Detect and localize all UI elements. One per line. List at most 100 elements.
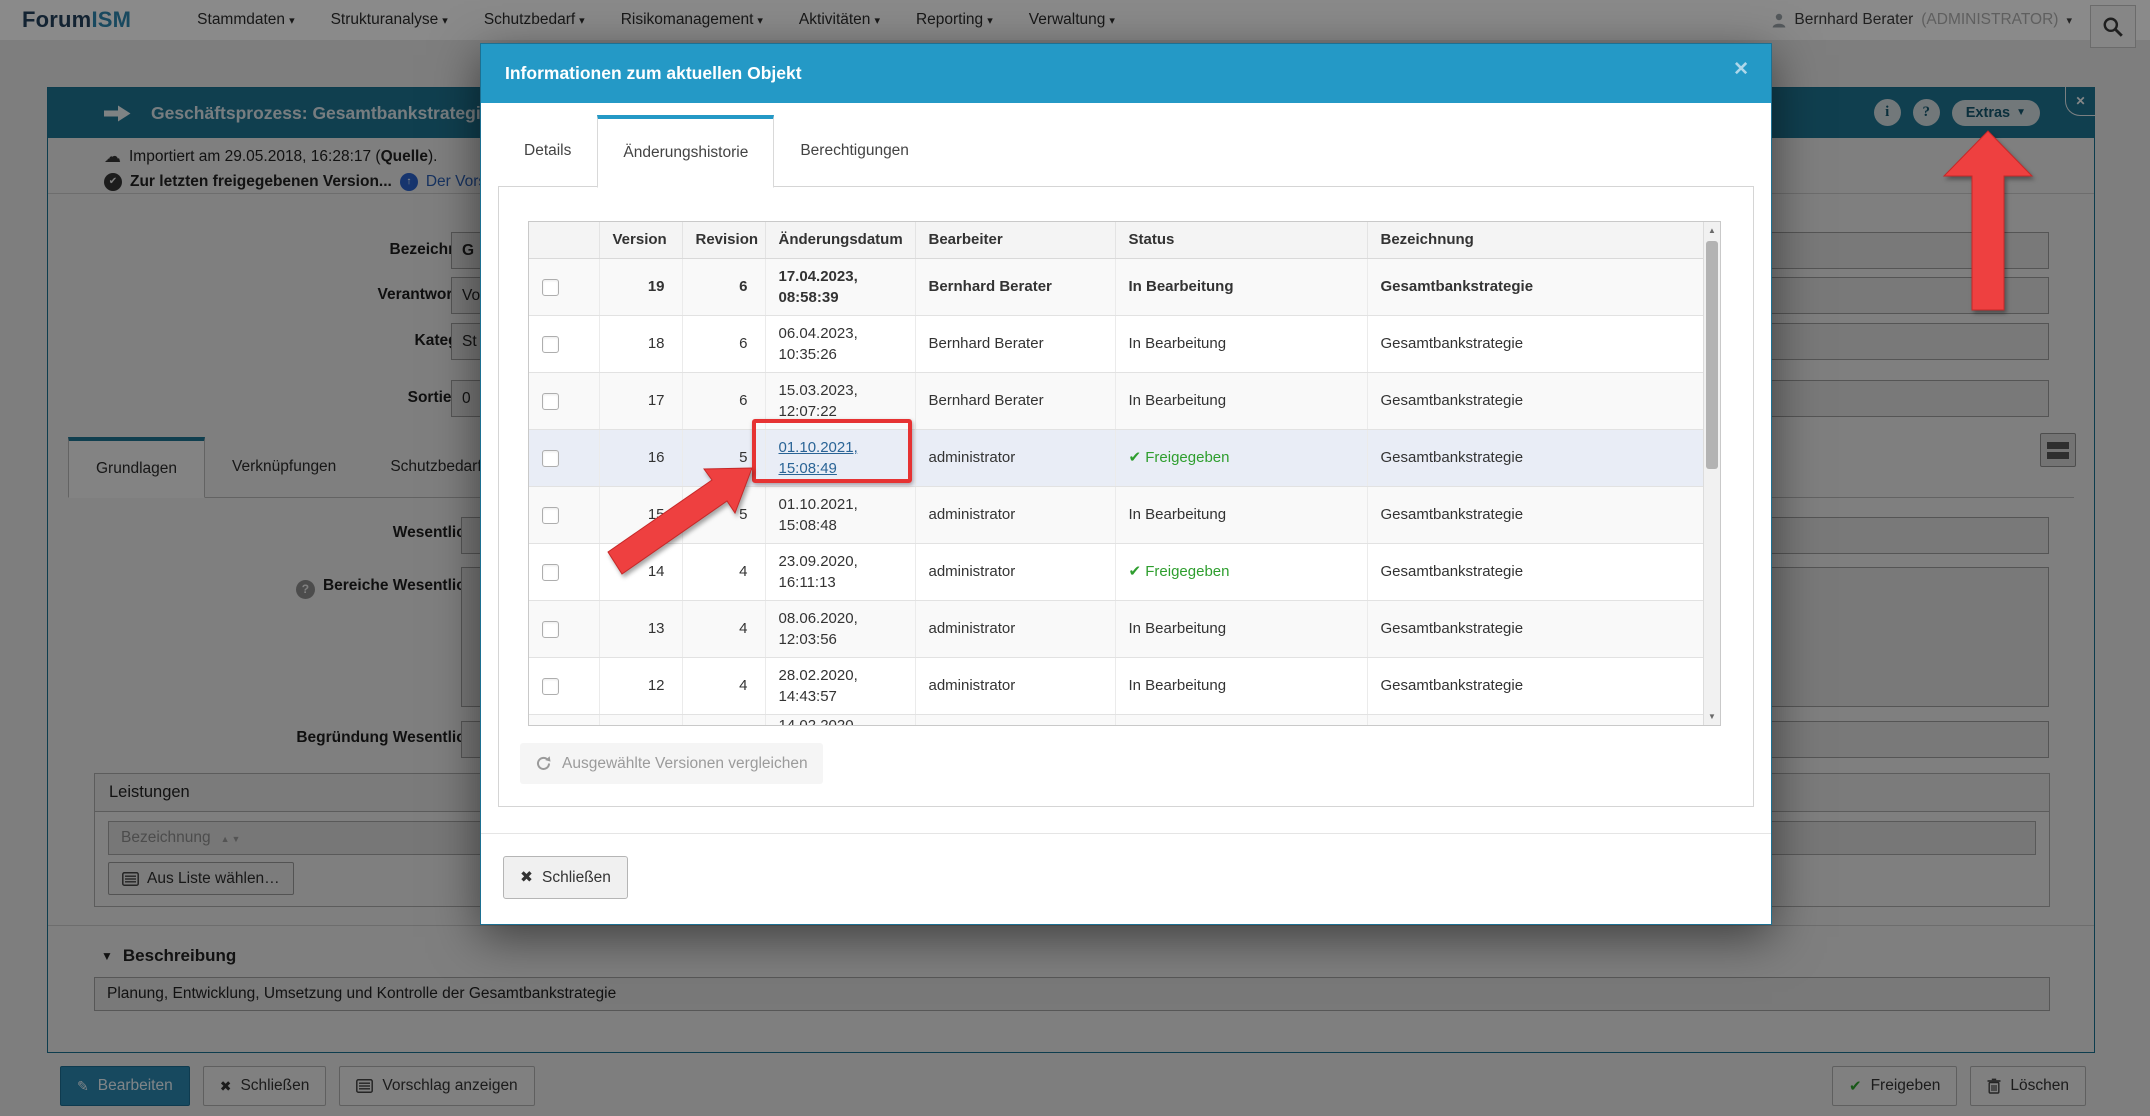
row-checkbox[interactable]: [542, 335, 559, 353]
table-scrollbar[interactable]: ▲ ▼: [1703, 222, 1720, 725]
date-text: 15.03.2023, 12:07:22: [778, 381, 858, 420]
date-text: 01.10.2021, 15:08:48: [778, 495, 858, 534]
cell-version: 19: [599, 258, 683, 316]
refresh-icon: [536, 756, 551, 770]
date-text: 23.09.2020, 16:11:13: [778, 552, 858, 591]
cell-bearbeiter: administrator: [915, 543, 1116, 601]
history-row-12: 12 4 28.02.2020, 14:43:57 administrator In Be…: [529, 657, 1705, 715]
modal-header: Informationen zum aktuellen Objekt ✕: [481, 44, 1771, 103]
row-checkbox[interactable]: [542, 563, 559, 581]
row-checkbox[interactable]: [542, 677, 559, 695]
cell-checkbox: [529, 600, 600, 658]
cell-status: [1115, 714, 1368, 725]
date-text: 17.04.2023, 08:58:39: [778, 267, 858, 306]
history-row-partial: 14.02.2020: [529, 714, 1705, 726]
cell-bezeichnung: Gesamtbankstrategie: [1367, 486, 1705, 544]
cell-bezeichnung: Gesamtbankstrategie: [1367, 657, 1705, 715]
history-row-19: 19 6 17.04.2023, 08:58:39 Bernhard Berater In…: [529, 258, 1705, 316]
cell-revision: 6: [682, 315, 766, 373]
cell-checkbox: [529, 258, 600, 316]
cell-bezeichnung: Gesamtbankstrategie: [1367, 543, 1705, 601]
cell-status: ✔ Freigegeben: [1115, 429, 1368, 487]
cell-checkbox: [529, 543, 600, 601]
cell-date: 08.06.2020, 12:03:56: [765, 600, 916, 658]
cell-checkbox: [529, 315, 600, 373]
cell-revision: 5: [682, 486, 766, 544]
divider: [481, 833, 1771, 834]
cell-checkbox: [529, 486, 600, 544]
scrollbar-thumb[interactable]: [1706, 241, 1718, 469]
col-aenderungsdatum: Änderungsdatum: [765, 222, 916, 259]
cell-revision: 6: [682, 372, 766, 430]
history-header-row: Version Revision Änderungsdatum Bearbeit…: [529, 222, 1705, 259]
cell-date: 28.02.2020, 14:43:57: [765, 657, 916, 715]
cell-revision: [682, 714, 766, 725]
date-text: 06.04.2023, 10:35:26: [778, 324, 858, 363]
history-row-18: 18 6 06.04.2023, 10:35:26 Bernhard Berater In…: [529, 315, 1705, 373]
object-info-modal: Informationen zum aktuellen Objekt ✕ Det…: [480, 43, 1772, 925]
close-icon: ✖: [520, 869, 533, 886]
compare-versions-button[interactable]: Ausgewählte Versionen vergleichen: [520, 743, 823, 784]
col-bearbeiter: Bearbeiter: [915, 222, 1116, 259]
tab-aenderungshistorie[interactable]: Änderungshistorie: [597, 115, 775, 188]
tab-berechtigungen[interactable]: Berechtigungen: [774, 115, 935, 187]
cell-status: In Bearbeitung: [1115, 258, 1368, 316]
cell-checkbox: [529, 714, 600, 725]
cell-date: 01.10.2021, 15:08:49: [765, 429, 916, 487]
cell-version: [599, 714, 683, 725]
cell-revision: 4: [682, 657, 766, 715]
history-table: Version Revision Änderungsdatum Bearbeit…: [529, 222, 1705, 726]
cell-status: In Bearbeitung: [1115, 315, 1368, 373]
cell-version: 17: [599, 372, 683, 430]
tab-details[interactable]: Details: [498, 115, 597, 187]
cell-bearbeiter: Bernhard Berater: [915, 258, 1116, 316]
approved-check-icon: ✔: [1128, 449, 1146, 466]
modal-close-icon[interactable]: ✕: [1733, 60, 1749, 79]
cell-version: 13: [599, 600, 683, 658]
row-checkbox[interactable]: [542, 449, 559, 467]
cell-bearbeiter: administrator: [915, 486, 1116, 544]
history-row-16: 16 5 01.10.2021, 15:08:49 administrator ✔ Fre…: [529, 429, 1705, 487]
version-date-link[interactable]: 01.10.2021, 15:08:49: [779, 439, 858, 477]
cell-bezeichnung: Gesamtbankstrategie: [1367, 258, 1705, 316]
cell-version: 12: [599, 657, 683, 715]
scroll-up-icon[interactable]: ▲: [1704, 226, 1720, 235]
history-table-container: Version Revision Änderungsdatum Bearbeit…: [528, 221, 1721, 726]
row-checkbox[interactable]: [542, 620, 559, 638]
cell-status: ✔ Freigegeben: [1115, 543, 1368, 601]
history-row-15: 15 5 01.10.2021, 15:08:48 administrator In Be…: [529, 486, 1705, 544]
cell-date: 15.03.2023, 12:07:22: [765, 372, 916, 430]
history-row-14: 14 4 23.09.2020, 16:11:13 administrator ✔ Fre…: [529, 543, 1705, 601]
cell-status: In Bearbeitung: [1115, 486, 1368, 544]
cell-bearbeiter: [915, 714, 1116, 725]
date-text: 14.02.2020: [778, 716, 854, 726]
cell-bezeichnung: Gesamtbankstrategie: [1367, 372, 1705, 430]
cell-date: 23.09.2020, 16:11:13: [765, 543, 916, 601]
modal-title: Informationen zum aktuellen Objekt: [505, 63, 802, 83]
cell-bezeichnung: Gesamtbankstrategie: [1367, 315, 1705, 373]
cell-version: 15: [599, 486, 683, 544]
row-checkbox[interactable]: [542, 392, 559, 410]
cell-status: In Bearbeitung: [1115, 657, 1368, 715]
cell-revision: 5: [682, 429, 766, 487]
approved-check-icon: ✔: [1128, 563, 1146, 580]
cell-revision: 4: [682, 600, 766, 658]
cell-date: 06.04.2023, 10:35:26: [765, 315, 916, 373]
history-row-13: 13 4 08.06.2020, 12:03:56 administrator In Be…: [529, 600, 1705, 658]
cell-status: In Bearbeitung: [1115, 600, 1368, 658]
cell-bearbeiter: Bernhard Berater: [915, 315, 1116, 373]
col-version: Version: [599, 222, 683, 259]
cell-checkbox: [529, 657, 600, 715]
cell-bezeichnung: Gesamtbankstrategie: [1367, 600, 1705, 658]
row-checkbox[interactable]: [542, 506, 559, 524]
cell-checkbox: [529, 429, 600, 487]
cell-bearbeiter: administrator: [915, 600, 1116, 658]
cell-bearbeiter: Bernhard Berater: [915, 372, 1116, 430]
row-checkbox[interactable]: [542, 278, 559, 296]
scroll-down-icon[interactable]: ▼: [1704, 712, 1720, 721]
cell-status: In Bearbeitung: [1115, 372, 1368, 430]
modal-schliessen-button[interactable]: ✖ Schließen: [503, 856, 628, 899]
cell-date: 17.04.2023, 08:58:39: [765, 258, 916, 316]
cell-version: 14: [599, 543, 683, 601]
cell-bezeichnung: [1367, 714, 1705, 725]
